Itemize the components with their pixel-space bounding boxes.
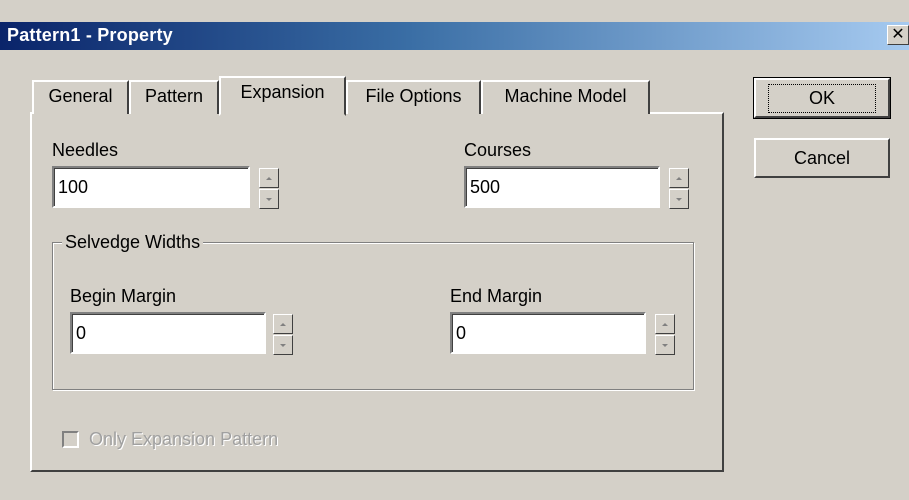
tab-machine-model[interactable]: Machine Model: [481, 80, 650, 114]
triangle-down-icon: [676, 197, 682, 201]
needles-spin-down-button[interactable]: [259, 189, 279, 209]
begin-margin-input[interactable]: [72, 314, 264, 352]
cancel-button-label: Cancel: [793, 147, 851, 168]
courses-input-box[interactable]: [464, 166, 660, 208]
only-expansion-pattern-row: Only Expansion Pattern: [62, 429, 278, 450]
courses-label: Courses: [464, 140, 532, 160]
only-expansion-pattern-label: Only Expansion Pattern: [89, 429, 279, 449]
needles-spin-up-button[interactable]: [259, 168, 279, 188]
courses-input[interactable]: [466, 168, 658, 206]
needles-spinner[interactable]: [259, 168, 279, 210]
needles-label: Needles: [52, 140, 119, 160]
title-bar[interactable]: Pattern1 - Property ✕: [0, 22, 909, 50]
triangle-down-icon: [280, 343, 286, 347]
tab-expansion[interactable]: Expansion: [219, 76, 346, 116]
triangle-down-icon: [662, 343, 668, 347]
courses-spin-down-button[interactable]: [669, 189, 689, 209]
close-icon: ✕: [891, 26, 905, 43]
begin-margin-spin-down-button[interactable]: [273, 335, 293, 355]
triangle-up-icon: [676, 176, 682, 180]
tab-file-options[interactable]: File Options: [346, 80, 481, 114]
needles-input-box[interactable]: [52, 166, 250, 208]
courses-spin-up-button[interactable]: [669, 168, 689, 188]
end-margin-input-box[interactable]: [450, 312, 646, 354]
triangle-up-icon: [662, 322, 668, 326]
triangle-down-icon: [266, 197, 272, 201]
selvedge-widths-legend: Selvedge Widths: [62, 232, 204, 253]
begin-margin-spinner[interactable]: [273, 314, 293, 356]
end-margin-spinner[interactable]: [655, 314, 675, 356]
window-title: Pattern1 - Property: [7, 25, 173, 45]
end-margin-spin-up-button[interactable]: [655, 314, 675, 334]
courses-spinner[interactable]: [669, 168, 689, 210]
triangle-up-icon: [280, 322, 286, 326]
tab-general[interactable]: General: [32, 80, 129, 114]
cancel-button[interactable]: Cancel: [754, 138, 890, 178]
ok-button-label: OK: [767, 83, 876, 113]
triangle-up-icon: [266, 176, 272, 180]
close-button[interactable]: ✕: [887, 25, 909, 45]
property-dialog: Pattern1 - Property ✕ General Pattern Ex…: [0, 0, 909, 500]
begin-margin-spin-up-button[interactable]: [273, 314, 293, 334]
ok-button[interactable]: OK: [753, 77, 891, 119]
begin-margin-label: Begin Margin: [70, 286, 177, 306]
only-expansion-pattern-checkbox: [62, 431, 79, 448]
end-margin-spin-down-button[interactable]: [655, 335, 675, 355]
end-margin-input[interactable]: [452, 314, 644, 352]
tab-pattern[interactable]: Pattern: [129, 80, 219, 114]
needles-input[interactable]: [54, 168, 248, 206]
end-margin-label: End Margin: [450, 286, 543, 306]
begin-margin-input-box[interactable]: [70, 312, 266, 354]
